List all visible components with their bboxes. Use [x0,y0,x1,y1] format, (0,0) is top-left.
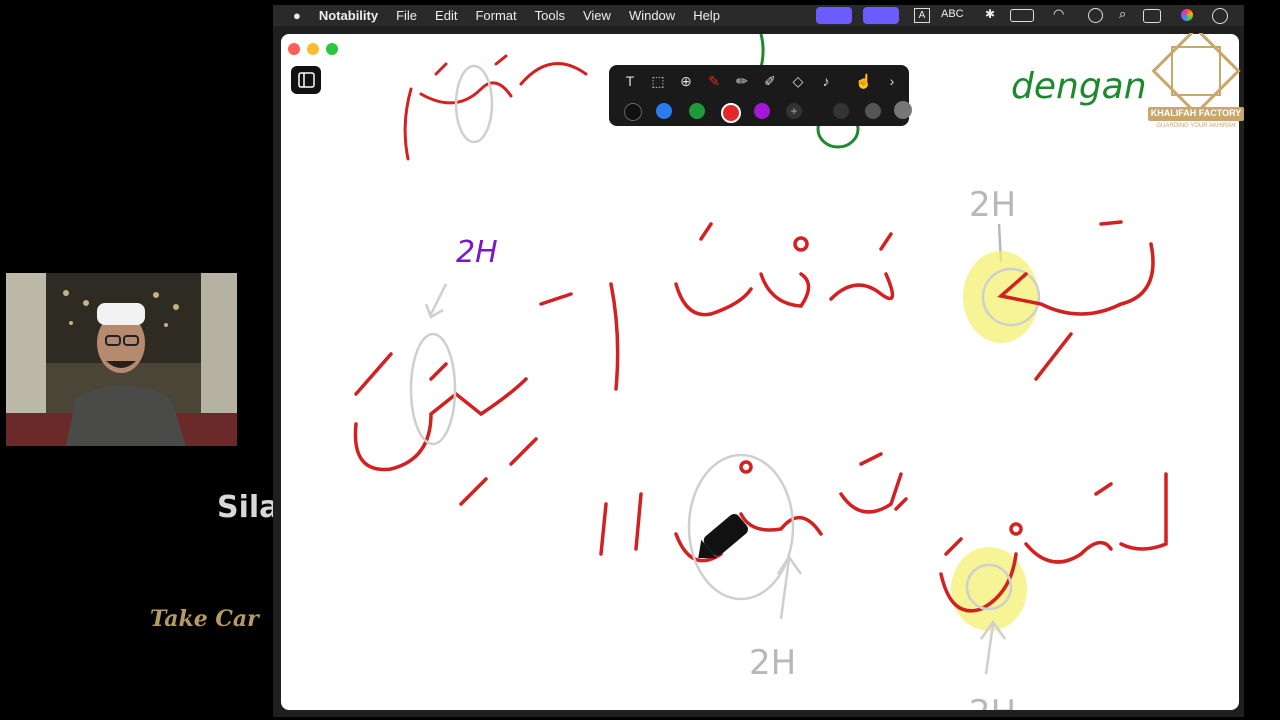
ink-yuhyi [997,220,1155,381]
lasso-icon[interactable]: ⬚ [647,70,669,92]
eraser-icon[interactable]: ◇ [787,70,809,92]
highlight-circle-top [454,64,494,144]
screen-share-icon[interactable] [816,7,852,24]
menu-app-name[interactable]: Notability [319,8,378,23]
search-icon[interactable]: ⌕ [1119,6,1126,22]
color-purple[interactable] [754,103,770,119]
add-color-icon[interactable]: + [786,103,802,119]
highlighter-icon[interactable]: ✐ [759,70,781,92]
pen-icon[interactable]: ✎ [703,70,725,92]
presenter-image [6,273,237,446]
menu-format[interactable]: Format [475,8,516,23]
arrow-annabiyyin [424,283,448,319]
webcam-feed [6,273,237,446]
ink-amanu [599,452,908,563]
clock-icon[interactable] [1212,8,1228,24]
control-center-icon[interactable] [1143,9,1161,23]
side-caption-2: Take Car [150,606,259,632]
color-blue[interactable] [656,103,672,119]
logo-name: KHALIFAH FACTORY [1150,108,1242,118]
mic-icon[interactable]: ♪ [815,70,837,92]
logo-watermark: KHALIFAH FACTORY GUARDING YOUR AKHIRAH [1144,26,1248,135]
siri-icon[interactable] [1181,9,1193,21]
note-canvas[interactable]: dengan 2H 2H 2H [281,34,1239,710]
side-caption-1: Sila [217,490,280,525]
color-green[interactable] [689,103,705,119]
touch-icon[interactable]: ☝ [853,70,875,92]
window-share-icon[interactable] [863,7,899,24]
chevron-right-icon[interactable]: › [881,70,903,92]
menu-view[interactable]: View [583,8,611,23]
battery-icon[interactable] [1010,9,1034,22]
input-source-icon[interactable]: A [914,8,930,23]
add-icon[interactable]: ⊕ [675,70,697,92]
menu-bar: ● Notability File Edit Format Tools View… [273,5,1244,26]
pencil-icon[interactable]: ✏ [731,70,753,92]
pen-toolbar: T ⬚ ⊕ ✎ ✏ ✐ ◇ ♪ ☝ › + [609,65,912,126]
menu-window[interactable]: Window [629,8,675,23]
ink-top-left [403,54,588,161]
logo-emblem-icon [1148,26,1244,121]
label-2h-purple: 2H [456,235,498,270]
menu-help[interactable]: Help [693,8,720,23]
arrow-amanu [776,554,803,620]
label-2h-gray-bottom: 2H [749,643,796,683]
label-2h-gray-cut: 2H [969,693,1016,710]
circle-annabiyyin [409,332,457,446]
size-medium[interactable] [865,103,881,119]
notability-window: dengan 2H 2H 2H T ⬚ ⊕ ✎ ✏ ✐ ◇ ♪ ☝ › + [281,34,1239,710]
user-icon[interactable] [1088,8,1103,23]
menu-tools[interactable]: Tools [535,8,565,23]
bluetooth-icon[interactable]: ✱ [985,7,995,21]
logo-tagline: GUARDING YOUR AKHIRAH [1156,123,1236,129]
menu-edit[interactable]: Edit [435,8,457,23]
menu-file[interactable]: File [396,8,417,23]
color-black[interactable] [624,103,642,121]
label-2h-gray-top: 2H [969,185,1016,225]
input-abc-label[interactable]: ABC [941,8,964,20]
wifi-icon[interactable]: ◠ [1053,6,1064,22]
color-red[interactable] [721,103,741,123]
text-dengan: dengan [1011,66,1147,107]
size-large[interactable] [894,101,912,119]
ink-fi-yusuf [674,222,895,317]
shared-screen: ● Notability File Edit Format Tools View… [273,5,1244,717]
apple-icon[interactable]: ● [293,8,301,23]
size-small[interactable] [833,103,849,119]
text-tool-icon[interactable]: T [619,70,641,92]
ink-annabiyyin [353,282,620,506]
